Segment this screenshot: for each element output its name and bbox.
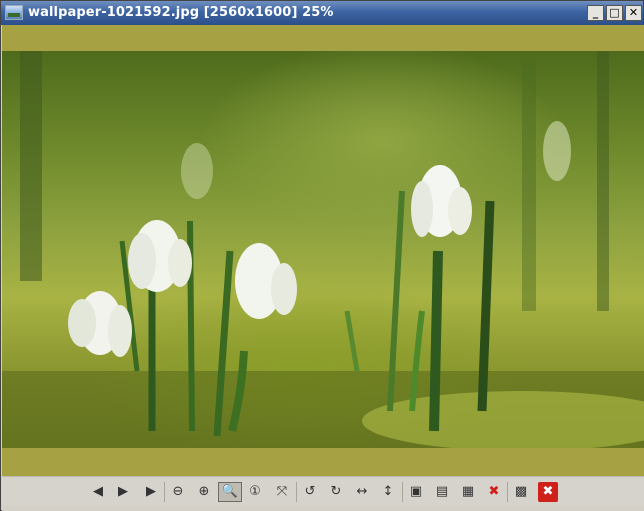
fullscreen-button[interactable]: ⤧ — [272, 482, 292, 502]
zoom-original-button[interactable]: ① — [245, 482, 265, 502]
maximize-button[interactable]: □ — [606, 5, 623, 21]
save-file-button[interactable]: ▤ — [432, 482, 452, 502]
open-folder-icon: ▣ — [409, 484, 423, 499]
maximize-icon: □ — [609, 6, 620, 19]
delete-icon: ✖ — [488, 484, 500, 499]
preferences-icon: ▩ — [514, 484, 528, 499]
quit-button[interactable]: ✖ — [538, 482, 558, 502]
zoom-100-icon: ① — [249, 484, 261, 499]
arrow-left-icon: ◀ — [93, 484, 103, 499]
image-view-area[interactable] — [2, 25, 644, 476]
flip-horizontal-button[interactable]: ↔ — [352, 482, 372, 502]
toolbar-separator — [164, 482, 165, 502]
slideshow-button[interactable]: ▶ — [141, 482, 161, 502]
close-icon: ✕ — [628, 6, 639, 19]
next-image-button[interactable]: ▶ — [113, 482, 133, 502]
save-as-icon: ▦ — [461, 484, 475, 499]
delete-file-button[interactable]: ✖ — [484, 482, 504, 502]
snowdrop-photo — [2, 51, 644, 448]
image-viewer-window: wallpaper-1021592.jpg [2560x1600] 25% _ … — [0, 0, 644, 511]
toolbar-separator — [507, 482, 508, 502]
status-bar — [2, 506, 644, 511]
close-button[interactable]: ✕ — [625, 5, 642, 21]
title-bar[interactable]: wallpaper-1021592.jpg [2560x1600] 25% _ … — [1, 1, 643, 25]
minimize-icon: _ — [592, 6, 599, 19]
rotate-left-button[interactable]: ↺ — [300, 482, 320, 502]
preferences-button[interactable]: ▩ — [511, 482, 531, 502]
rotate-right-button[interactable]: ↻ — [326, 482, 346, 502]
fullscreen-icon: ⤧ — [276, 484, 288, 499]
rotate-ccw-icon: ↺ — [304, 484, 316, 499]
zoom-fit-button[interactable]: 🔍 — [218, 482, 242, 502]
flip-horizontal-icon: ↔ — [356, 484, 368, 499]
displayed-image[interactable] — [2, 51, 644, 448]
save-as-button[interactable]: ▦ — [458, 482, 478, 502]
arrow-right-icon: ▶ — [118, 484, 128, 499]
play-icon: ▶ — [146, 484, 156, 499]
app-icon[interactable] — [5, 5, 23, 20]
open-file-button[interactable]: ▣ — [406, 482, 426, 502]
previous-image-button[interactable]: ◀ — [88, 482, 108, 502]
save-icon: ▤ — [435, 484, 449, 499]
toolbar: ◀ ▶ ▶ ⊖ ⊕ 🔍 ① ⤧ ↺ ↻ ↔ ↕ ▣ ▤ ▦ ✖ ▩ ✖ — [2, 476, 644, 507]
minimize-button[interactable]: _ — [587, 5, 604, 21]
quit-icon: ✖ — [542, 484, 554, 499]
magnifier-icon: 🔍 — [221, 484, 239, 499]
zoom-out-button[interactable]: ⊖ — [168, 482, 188, 502]
flip-vertical-button[interactable]: ↕ — [378, 482, 398, 502]
zoom-in-button[interactable]: ⊕ — [194, 482, 214, 502]
rotate-cw-icon: ↻ — [330, 484, 342, 499]
zoom-in-icon: ⊕ — [198, 484, 210, 499]
window-title: wallpaper-1021592.jpg [2560x1600] 25% — [28, 5, 334, 20]
flip-vertical-icon: ↕ — [382, 484, 394, 499]
toolbar-separator — [296, 482, 297, 502]
toolbar-separator — [402, 482, 403, 502]
zoom-out-icon: ⊖ — [172, 484, 184, 499]
